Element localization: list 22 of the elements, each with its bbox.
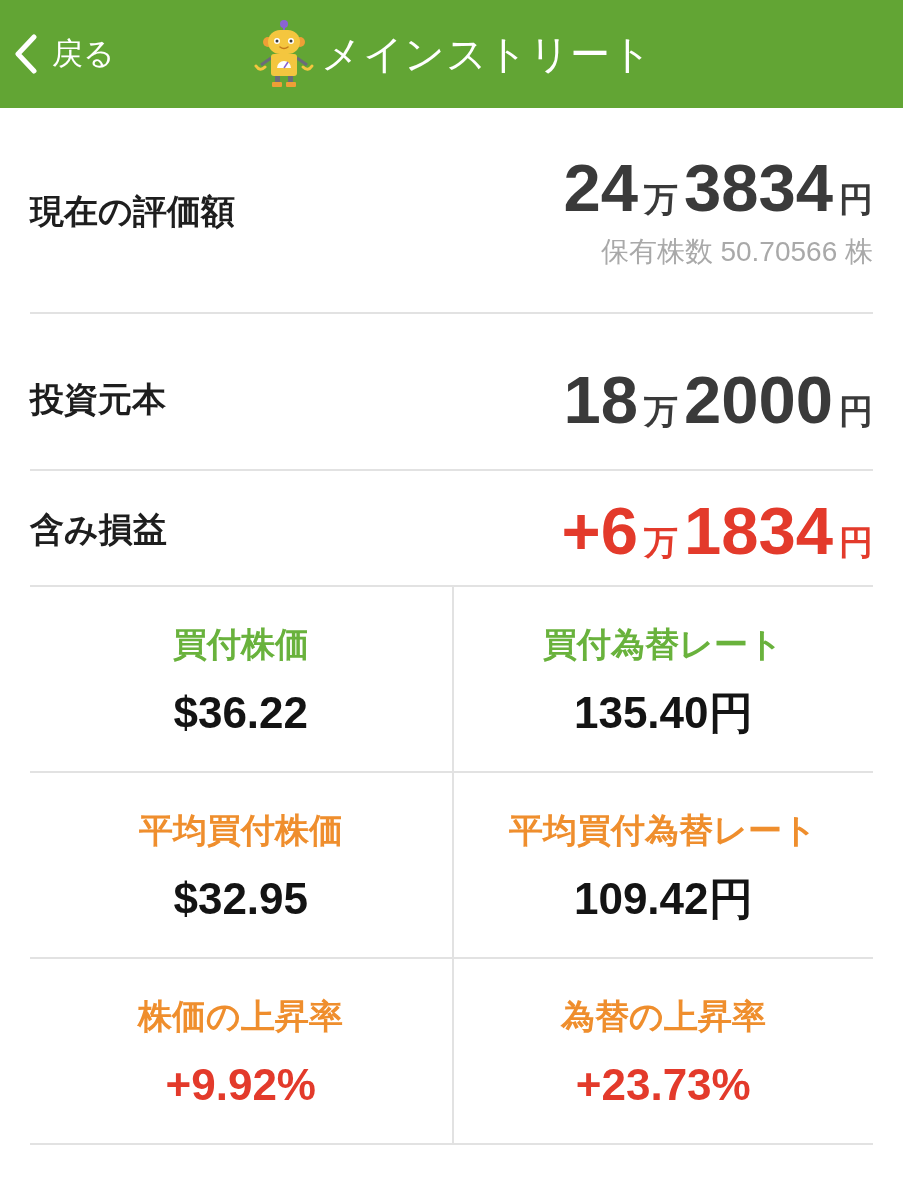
- amount-value: 18 万 2000 円: [563, 366, 873, 433]
- stat-label: 株価の上昇率: [138, 996, 344, 1038]
- back-button[interactable]: 戻る: [0, 33, 115, 75]
- chevron-left-icon: [14, 34, 38, 74]
- summary-label: 含み損益: [30, 509, 167, 550]
- stat-label: 平均買付為替レート: [509, 810, 818, 852]
- stat-value: 109.42円: [573, 875, 753, 924]
- stat-value: $36.22: [173, 689, 309, 738]
- amount-value: +6 万 1834 円: [561, 496, 873, 564]
- summary-label: 現在の評価額: [30, 191, 235, 232]
- stat-label: 為替の上昇率: [560, 996, 766, 1038]
- stat-label: 買付株価: [172, 624, 309, 666]
- amount-value: 24万 3834 円: [563, 153, 873, 221]
- summary-label: 投資元本: [30, 378, 166, 420]
- page-title: メインストリート: [321, 30, 652, 78]
- stat-label: 平均買付株価: [138, 810, 343, 852]
- stat-value: $32.95: [173, 875, 309, 924]
- stat-value: +9.92%: [165, 1061, 316, 1110]
- stat-value: 135.40円: [573, 689, 753, 738]
- stat-value: +23.73%: [575, 1061, 751, 1110]
- stat-label: 買付為替レート: [543, 624, 784, 666]
- share-count-note: 保有株数 50.70566 株: [600, 234, 873, 269]
